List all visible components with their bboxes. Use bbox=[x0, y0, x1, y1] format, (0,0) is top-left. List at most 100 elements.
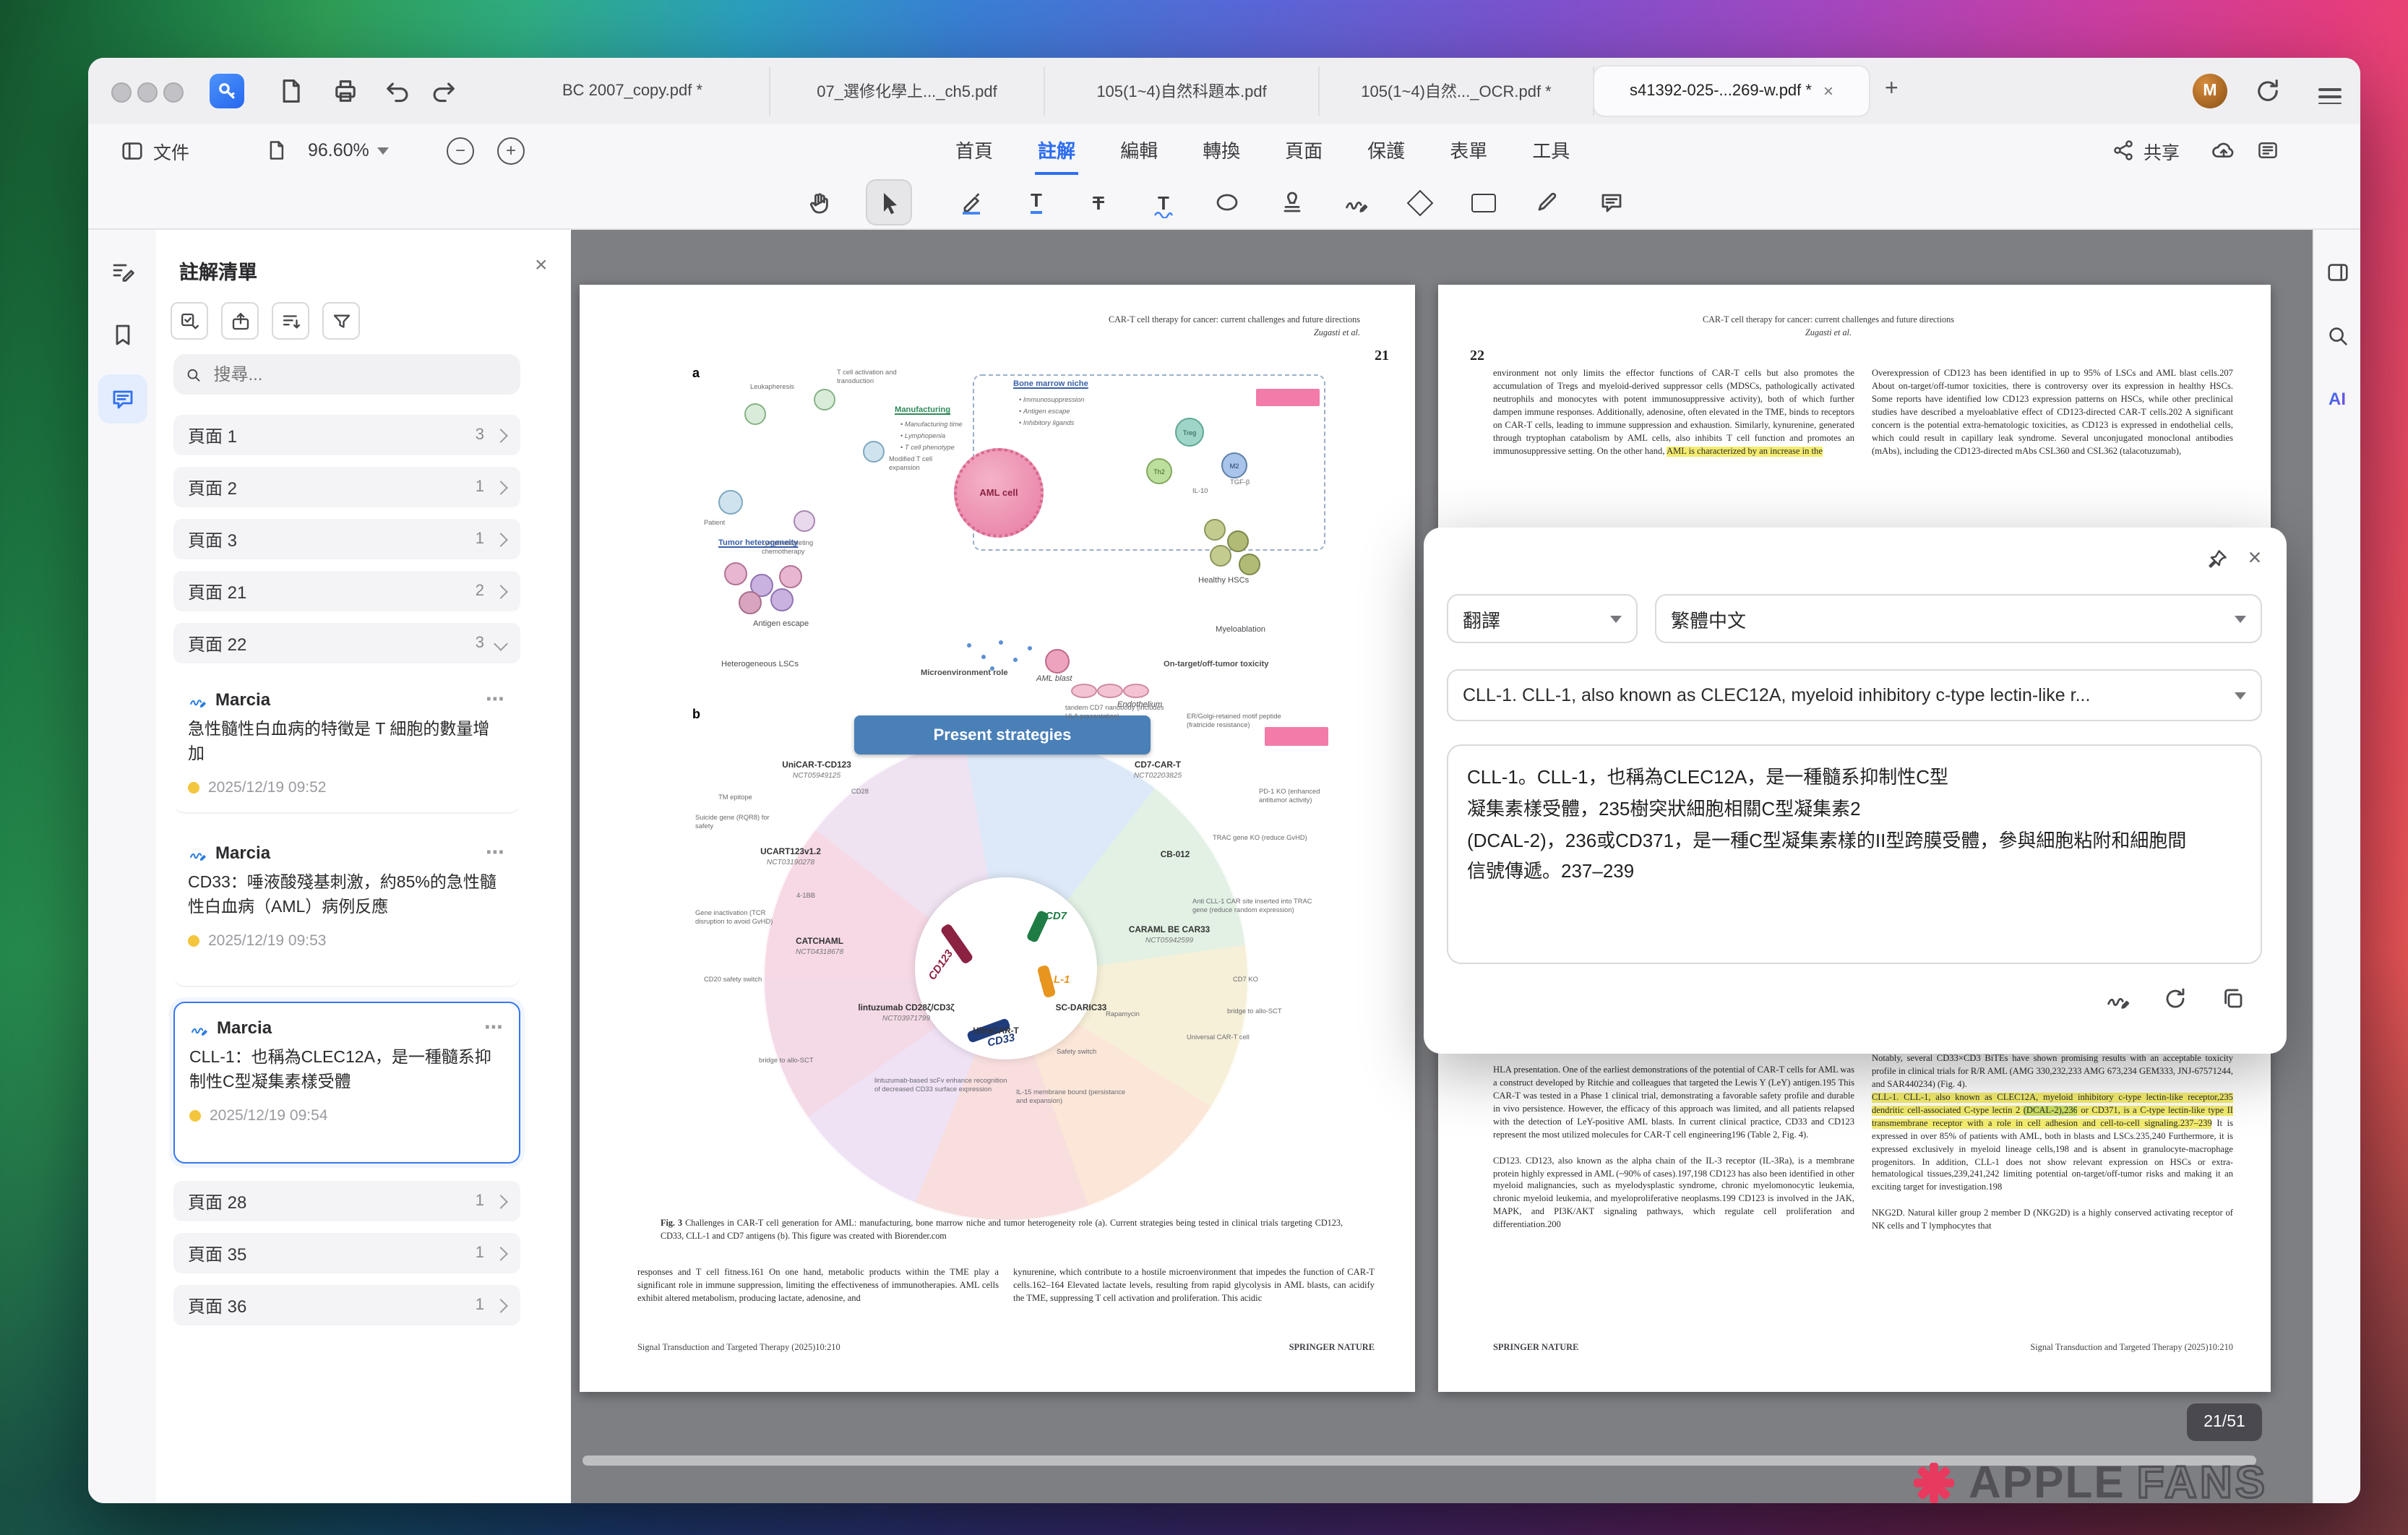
pink-highlight-annotation[interactable] bbox=[1265, 727, 1328, 746]
annotation-card-selected[interactable]: Marcia ⋯ CLL-1：也稱為CLEC12A，是一種髓系抑制性C型凝集素樣… bbox=[173, 1002, 520, 1164]
pdf-page-21[interactable]: CAR-T cell therapy for cancer: current c… bbox=[580, 285, 1415, 1392]
copy-icon[interactable] bbox=[2216, 981, 2250, 1016]
document-tab-active[interactable]: s41392-025-...269-w.pdf * × bbox=[1594, 66, 1869, 116]
new-tab-button[interactable]: + bbox=[1885, 75, 1899, 104]
card-more-icon[interactable]: ⋯ bbox=[486, 688, 506, 711]
figure-note: PD-1 KO (enhanced antitumor activity) bbox=[1259, 788, 1346, 804]
document-tab[interactable]: 105(1~4)自然科題本.pdf bbox=[1045, 66, 1320, 116]
annotation-count: 1 bbox=[476, 530, 484, 548]
tab-protect[interactable]: 保護 bbox=[1364, 126, 1408, 174]
running-head: CAR-T cell therapy for cancer: current c… bbox=[926, 317, 1360, 325]
search-document-icon[interactable] bbox=[2321, 319, 2353, 351]
document-tab[interactable]: 105(1~4)自然..._OCR.pdf * bbox=[1320, 66, 1594, 116]
journal-footer: Signal Transduction and Targeted Therapy… bbox=[637, 1343, 840, 1353]
close-popup-icon[interactable]: × bbox=[2237, 542, 2272, 577]
sync-icon[interactable] bbox=[2253, 77, 2282, 106]
translation-popup[interactable]: × 翻譯 繁體中文 CLL-1. CLL-1, also known as CL… bbox=[1424, 528, 2287, 1054]
user-avatar[interactable]: M bbox=[2193, 74, 2227, 108]
annotation-search[interactable] bbox=[173, 354, 520, 395]
export-annotations-button[interactable] bbox=[221, 302, 259, 340]
running-head: CAR-T cell therapy for cancer: current c… bbox=[1612, 317, 2045, 325]
card-more-icon[interactable]: ⋯ bbox=[486, 841, 506, 864]
tab-tools[interactable]: 工具 bbox=[1529, 126, 1573, 174]
strikethrough-text-tool[interactable]: T bbox=[1077, 181, 1120, 224]
cloud-upload-icon[interactable] bbox=[2210, 124, 2237, 176]
sort-annotations-button[interactable] bbox=[272, 302, 309, 340]
squiggly-underline-tool[interactable]: T bbox=[1142, 181, 1185, 224]
figure-label-aml-blast: AML blast bbox=[1036, 675, 1072, 685]
ai-assistant-icon[interactable]: AI bbox=[2321, 383, 2353, 415]
highlighter-tool-button[interactable] bbox=[950, 181, 993, 224]
hand-tool-button[interactable] bbox=[798, 181, 841, 224]
undo-icon[interactable] bbox=[383, 77, 412, 106]
page-group-row[interactable]: 頁面 36 1 bbox=[173, 1285, 520, 1325]
ellipse-tool-button[interactable] bbox=[1205, 181, 1249, 224]
select-all-annotations-button[interactable] bbox=[171, 302, 208, 340]
note-tool-button[interactable] bbox=[1590, 181, 1633, 224]
figure-cell bbox=[814, 389, 835, 410]
rectangle-tool-button[interactable] bbox=[1461, 181, 1505, 224]
pink-highlight-annotation[interactable] bbox=[1256, 389, 1320, 406]
ink-annotation-icon bbox=[189, 1018, 208, 1037]
select-tool-button[interactable] bbox=[867, 181, 911, 224]
highlighted-text[interactable]: AML is characterized by an increase in t… bbox=[1667, 446, 1823, 456]
page-group-row[interactable]: 頁面 2 1 bbox=[173, 467, 520, 507]
translation-result[interactable]: CLL-1。CLL-1，也稱為CLEC12A，是一種髓系抑制性C型 凝集素樣受體… bbox=[1447, 744, 2262, 964]
signature-tool-button[interactable] bbox=[1334, 181, 1377, 224]
save-document-icon[interactable] bbox=[276, 77, 305, 106]
pdf-viewer[interactable]: CAR-T cell therapy for cancer: current c… bbox=[571, 230, 2314, 1503]
tab-convert[interactable]: 轉換 bbox=[1200, 126, 1243, 174]
mode-dropdown[interactable]: 翻譯 bbox=[1447, 594, 1638, 643]
stamp-tool-button[interactable] bbox=[1270, 181, 1314, 224]
polygon-tool-button[interactable] bbox=[1398, 181, 1441, 224]
zoom-window-button[interactable] bbox=[163, 82, 184, 103]
annotation-list-icon[interactable] bbox=[98, 247, 147, 296]
annotation-card[interactable]: Marcia ⋯ 急性髓性白血病的特徵是 T 細胞的數量增加 2025/12/1… bbox=[173, 675, 520, 814]
highlighted-text-green[interactable]: (DCAL-2),236 bbox=[2024, 1106, 2078, 1116]
zoom-out-button[interactable]: − bbox=[447, 124, 474, 176]
tab-home[interactable]: 首頁 bbox=[953, 126, 996, 174]
annotation-text: CLL-1：也稱為CLEC12A，是一種髓系抑制性C型凝集素樣受體 bbox=[189, 1046, 504, 1096]
color-dot-yellow bbox=[188, 781, 199, 793]
close-window-button[interactable] bbox=[111, 82, 132, 103]
document-tab[interactable]: 07_選修化學上..._ch5.pdf bbox=[770, 66, 1045, 116]
tab-annotate[interactable]: 註解 bbox=[1035, 126, 1078, 174]
print-icon[interactable] bbox=[331, 77, 360, 106]
page-group-row[interactable]: 頁面 21 2 bbox=[173, 571, 520, 611]
retranslate-icon[interactable] bbox=[2158, 981, 2193, 1016]
redo-icon[interactable] bbox=[429, 77, 458, 106]
close-panel-icon[interactable]: × bbox=[535, 253, 548, 278]
page-group-row[interactable]: 頁面 35 1 bbox=[173, 1233, 520, 1273]
page-group-row[interactable]: 頁面 1 3 bbox=[173, 415, 520, 455]
underline-text-tool[interactable]: T bbox=[1015, 181, 1058, 224]
page-group-row[interactable]: 頁面 3 1 bbox=[173, 519, 520, 559]
properties-panel-icon[interactable] bbox=[2321, 256, 2353, 288]
annotation-card[interactable]: Marcia ⋯ CD33：唾液酸殘基刺激，約85%的急性髓性白血病（AML）病… bbox=[173, 828, 520, 987]
target-language-dropdown[interactable]: 繁體中文 bbox=[1655, 594, 2262, 643]
page-group-row-expanded[interactable]: 頁面 22 3 bbox=[173, 623, 520, 663]
close-tab-icon[interactable]: × bbox=[1823, 81, 1833, 101]
card-more-icon[interactable]: ⋯ bbox=[484, 1016, 504, 1039]
search-input[interactable] bbox=[210, 363, 509, 386]
share-button[interactable]: 共享 bbox=[2112, 124, 2180, 176]
reading-mode-icon[interactable] bbox=[2256, 124, 2279, 176]
tab-form[interactable]: 表單 bbox=[1447, 126, 1490, 174]
zoom-in-button[interactable]: + bbox=[497, 124, 525, 176]
pin-icon[interactable] bbox=[2200, 542, 2235, 577]
page-group-row[interactable]: 頁面 28 1 bbox=[173, 1181, 520, 1221]
zoom-level-dropdown[interactable]: 96.60% bbox=[308, 124, 390, 176]
tab-edit[interactable]: 編輯 bbox=[1117, 126, 1161, 174]
minimize-window-button[interactable] bbox=[137, 82, 158, 103]
tab-page[interactable]: 頁面 bbox=[1282, 126, 1325, 174]
pencil-tool-button[interactable] bbox=[1525, 181, 1568, 224]
file-sidebar-toggle[interactable]: 文件 bbox=[120, 124, 189, 176]
filter-annotations-button[interactable] bbox=[322, 302, 360, 340]
comments-panel-icon[interactable] bbox=[98, 374, 147, 423]
page-view-icon[interactable] bbox=[265, 124, 288, 176]
annotate-result-icon[interactable] bbox=[2100, 981, 2135, 1016]
annotation-timestamp: 2025/12/19 09:54 bbox=[210, 1106, 328, 1124]
document-tab[interactable]: BC 2007_copy.pdf * bbox=[496, 66, 770, 116]
source-text-dropdown[interactable]: CLL-1. CLL-1, also known as CLEC12A, mye… bbox=[1447, 669, 2262, 721]
bookmark-icon[interactable] bbox=[98, 311, 147, 360]
main-menu-icon[interactable] bbox=[2318, 84, 2342, 109]
